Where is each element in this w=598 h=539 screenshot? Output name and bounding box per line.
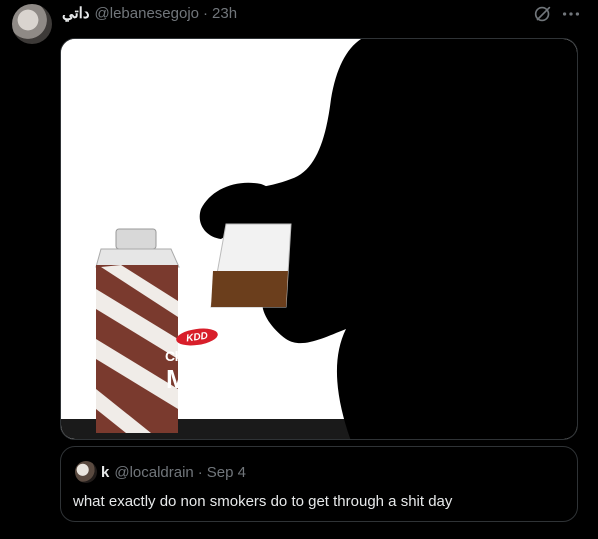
quoted-date: Sep 4 <box>206 463 246 481</box>
meme-illustration <box>61 39 577 439</box>
more-icon[interactable] <box>560 3 582 25</box>
carton-cap <box>115 228 157 250</box>
quoted-handle: @localdrain <box>114 463 194 481</box>
quoted-avatar <box>75 461 97 483</box>
quoted-post-header: k @localdrain · Sep 4 <box>75 461 246 483</box>
carton-top <box>95 248 180 268</box>
quoted-separator: · <box>197 463 203 481</box>
timestamp[interactable]: 23h <box>212 5 237 22</box>
display-name[interactable]: داتي <box>62 4 90 22</box>
avatar[interactable] <box>12 4 52 44</box>
quoted-display-name: k <box>101 463 110 481</box>
grok-icon[interactable] <box>532 3 554 25</box>
post-media-image[interactable]: KDD Chocolate Milk <box>60 38 578 440</box>
carton-label-chocolate: Chocolate <box>165 348 229 364</box>
separator: · <box>203 4 209 22</box>
post-header: داتي @lebanesegojo · 23h <box>62 3 237 23</box>
carton-label-milk: Milk <box>166 364 221 394</box>
glass-liquid <box>211 271 288 307</box>
user-handle[interactable]: @lebanesegojo <box>95 5 199 22</box>
quoted-text: what exactly do non smokers do to get th… <box>73 493 453 510</box>
quoted-post[interactable]: k @localdrain · Sep 4 what exactly do no… <box>60 446 578 522</box>
